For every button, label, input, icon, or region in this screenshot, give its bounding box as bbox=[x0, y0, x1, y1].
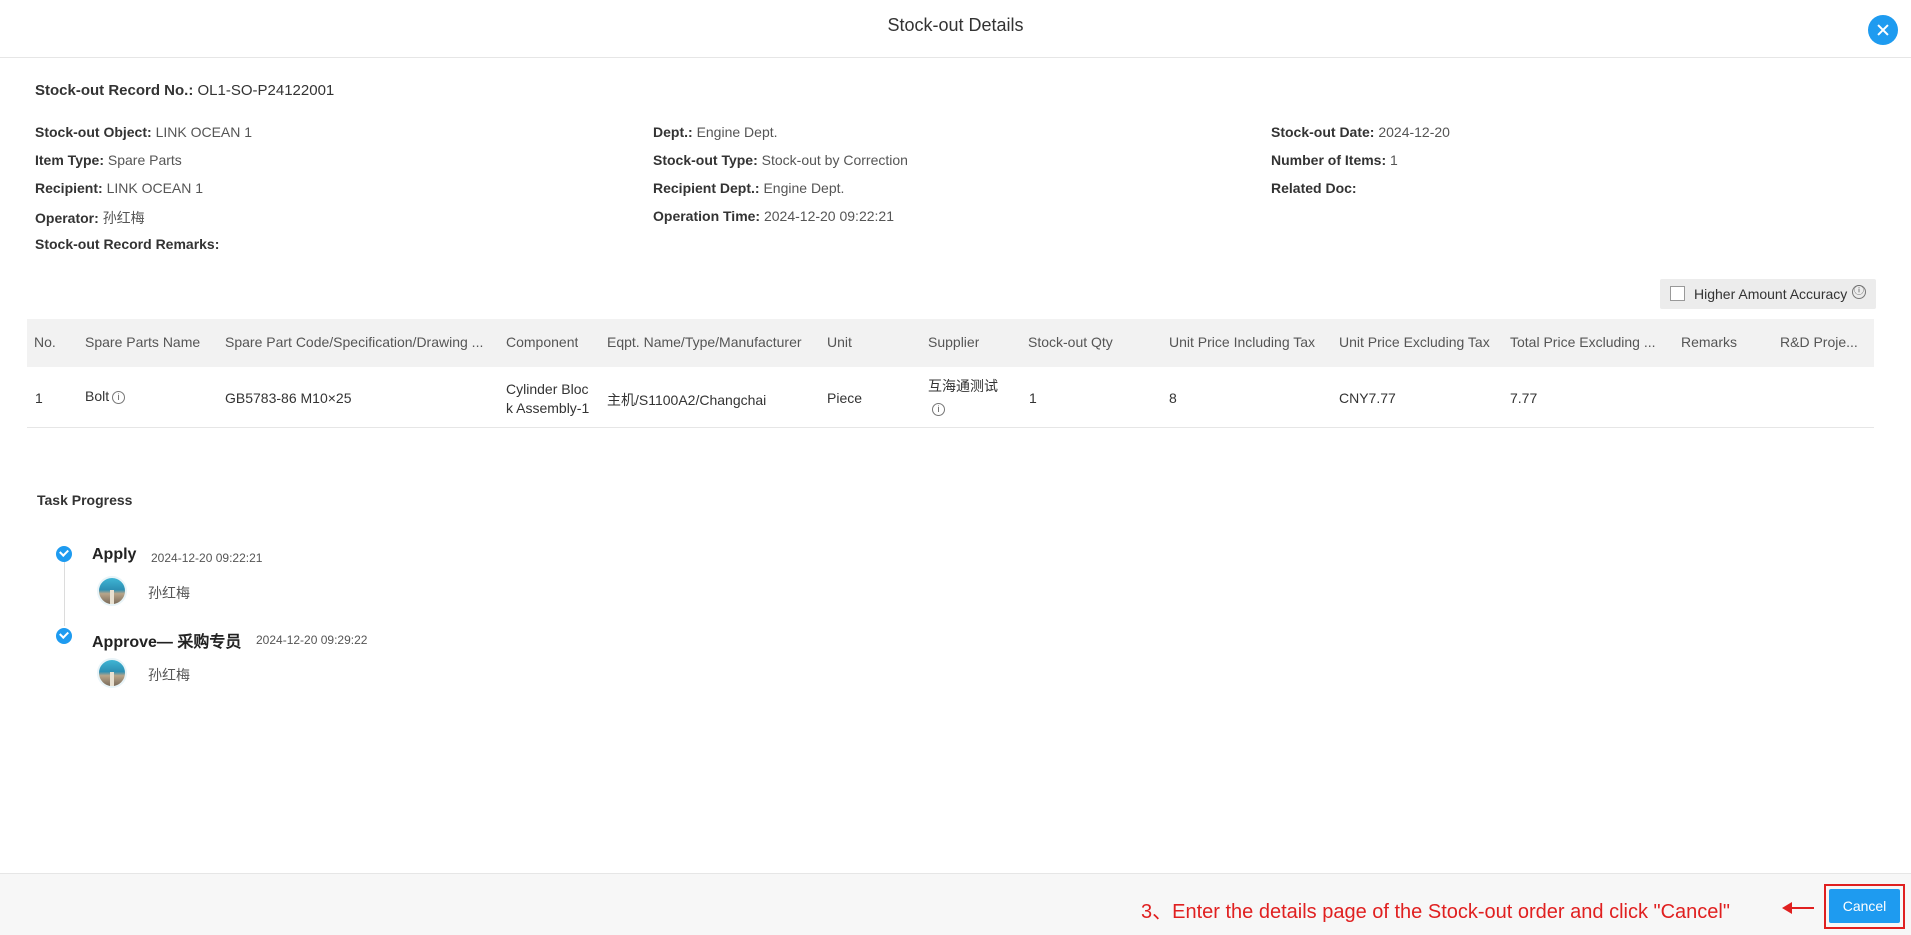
cell-qty: 1 bbox=[1029, 390, 1037, 406]
cancel-button[interactable]: Cancel bbox=[1829, 889, 1900, 923]
column-header: R&D Proje... bbox=[1780, 334, 1858, 350]
step-time: 2024-12-20 09:22:21 bbox=[151, 551, 263, 565]
instruction-annotation: 3、Enter the details page of the Stock-ou… bbox=[1141, 901, 1730, 923]
info-value: Engine Dept. bbox=[696, 124, 778, 140]
info-label: Operation Time: bbox=[653, 208, 761, 224]
cell-price-incl: 8 bbox=[1169, 390, 1177, 406]
info-label: Item Type: bbox=[35, 152, 104, 168]
component-line: k Assembly-1 bbox=[506, 400, 590, 416]
column-header: Total Price Excluding ... bbox=[1510, 334, 1656, 350]
info-label: Recipient Dept.: bbox=[653, 180, 760, 196]
info-value: Engine Dept. bbox=[763, 180, 845, 196]
accuracy-label: Higher Amount Accuracy bbox=[1694, 286, 1848, 302]
cell-no: 1 bbox=[35, 390, 43, 406]
step-name: Approve— 采购专员 bbox=[92, 634, 242, 651]
column-header: No. bbox=[34, 334, 56, 350]
step-name: Apply bbox=[92, 546, 137, 563]
info-value: 1 bbox=[1390, 152, 1398, 168]
spare-part-name: Bolt bbox=[85, 388, 110, 404]
info-dept: Dept.: Engine Dept. bbox=[653, 124, 778, 140]
arrow-left-icon bbox=[1782, 902, 1814, 914]
info-label: Related Doc: bbox=[1271, 180, 1357, 196]
info-value: 孙红梅 bbox=[102, 210, 145, 226]
record-number: Stock-out Record No.: OL1-SO-P24122001 bbox=[35, 82, 334, 99]
column-header: Stock-out Qty bbox=[1028, 334, 1113, 350]
column-header: Remarks bbox=[1681, 334, 1738, 350]
info-operation-time: Operation Time: 2024-12-20 09:22:21 bbox=[653, 208, 894, 224]
avatar bbox=[97, 658, 127, 688]
cell-equipment: 主机/S1100A2/Changchai bbox=[607, 392, 767, 408]
close-icon[interactable] bbox=[1868, 15, 1898, 45]
supplier-name: 互海通测试 bbox=[928, 378, 998, 394]
accuracy-checkbox[interactable] bbox=[1670, 286, 1685, 301]
column-header: Unit Price Including Tax bbox=[1169, 334, 1316, 350]
info-label: Stock-out Record Remarks: bbox=[35, 236, 220, 252]
check-icon bbox=[56, 628, 72, 644]
cell-supplier: 互海通测试 i bbox=[928, 375, 998, 419]
info-label: Dept.: bbox=[653, 124, 693, 140]
check-icon bbox=[56, 546, 72, 562]
column-header: Supplier bbox=[928, 334, 980, 350]
info-value: Stock-out by Correction bbox=[761, 152, 908, 168]
info-value: 2024-12-20 09:22:21 bbox=[763, 208, 894, 224]
info-item-type: Item Type: Spare Parts bbox=[35, 152, 182, 168]
info-value: LINK OCEAN 1 bbox=[106, 180, 204, 196]
info-label: Number of Items: bbox=[1271, 152, 1387, 168]
info-label: Stock-out Type: bbox=[653, 152, 758, 168]
info-related-doc: Related Doc: bbox=[1271, 180, 1357, 196]
timeline-connector bbox=[64, 562, 65, 626]
info-recipient-dept: Recipient Dept.: Engine Dept. bbox=[653, 180, 844, 196]
cell-component: Cylinder Bloc k Assembly-1 bbox=[506, 380, 589, 418]
column-header: Spare Part Code/Specification/Drawing ..… bbox=[225, 334, 484, 350]
column-header: Component bbox=[506, 334, 579, 350]
cell-price-excl: CNY7.77 bbox=[1339, 390, 1396, 406]
info-value: 2024-12-20 bbox=[1378, 124, 1450, 140]
column-header: Eqpt. Name/Type/Manufacturer bbox=[607, 334, 802, 350]
column-header: Unit bbox=[827, 334, 852, 350]
info-stockout-type: Stock-out Type: Stock-out by Correction bbox=[653, 152, 908, 168]
info-stockout-date: Stock-out Date: 2024-12-20 bbox=[1271, 124, 1450, 140]
info-icon[interactable]: ⓘ bbox=[1852, 285, 1866, 299]
higher-amount-accuracy-toggle[interactable]: Higher Amount Accuracy ⓘ bbox=[1660, 279, 1876, 309]
info-icon[interactable]: i bbox=[112, 391, 126, 404]
info-stockout-object: Stock-out Object: LINK OCEAN 1 bbox=[35, 124, 252, 140]
info-label: Stock-out Object: bbox=[35, 124, 152, 140]
step-time: 2024-12-20 09:29:22 bbox=[256, 633, 368, 647]
table-header: No. Spare Parts Name Spare Part Code/Spe… bbox=[27, 319, 1874, 367]
cell-spare-part-name: Bolt i bbox=[85, 388, 126, 404]
column-header: Spare Parts Name bbox=[85, 334, 201, 350]
dialog-title: Stock-out Details bbox=[887, 15, 1024, 35]
info-number-of-items: Number of Items: 1 bbox=[1271, 152, 1398, 168]
component-line: Cylinder Bloc bbox=[506, 381, 589, 397]
task-progress-title: Task Progress bbox=[37, 492, 133, 508]
cell-unit: Piece bbox=[827, 390, 863, 406]
info-icon[interactable]: i bbox=[932, 403, 945, 416]
cell-code: GB5783-86 M10×25 bbox=[225, 390, 352, 406]
info-operator: Operator: 孙红梅 bbox=[35, 208, 145, 228]
record-number-label: Stock-out Record No.: bbox=[35, 82, 194, 99]
info-label: Recipient: bbox=[35, 180, 103, 196]
record-number-value: OL1-SO-P24122001 bbox=[197, 82, 335, 99]
dialog-header: Stock-out Details bbox=[0, 0, 1911, 58]
info-label: Operator: bbox=[35, 210, 99, 226]
info-value: Spare Parts bbox=[107, 152, 182, 168]
cell-total-excl: 7.77 bbox=[1510, 390, 1538, 406]
info-recipient: Recipient: LINK OCEAN 1 bbox=[35, 180, 203, 196]
info-value: LINK OCEAN 1 bbox=[155, 124, 253, 140]
column-header: Unit Price Excluding Tax bbox=[1339, 334, 1490, 350]
step-user: 孙红梅 bbox=[148, 667, 190, 683]
table-row: 1 Bolt i GB5783-86 M10×25 Cylinder Bloc k… bbox=[27, 367, 1874, 428]
info-label: Stock-out Date: bbox=[1271, 124, 1375, 140]
info-remarks: Stock-out Record Remarks: bbox=[35, 236, 219, 252]
step-user: 孙红梅 bbox=[148, 585, 190, 601]
avatar bbox=[97, 576, 127, 606]
